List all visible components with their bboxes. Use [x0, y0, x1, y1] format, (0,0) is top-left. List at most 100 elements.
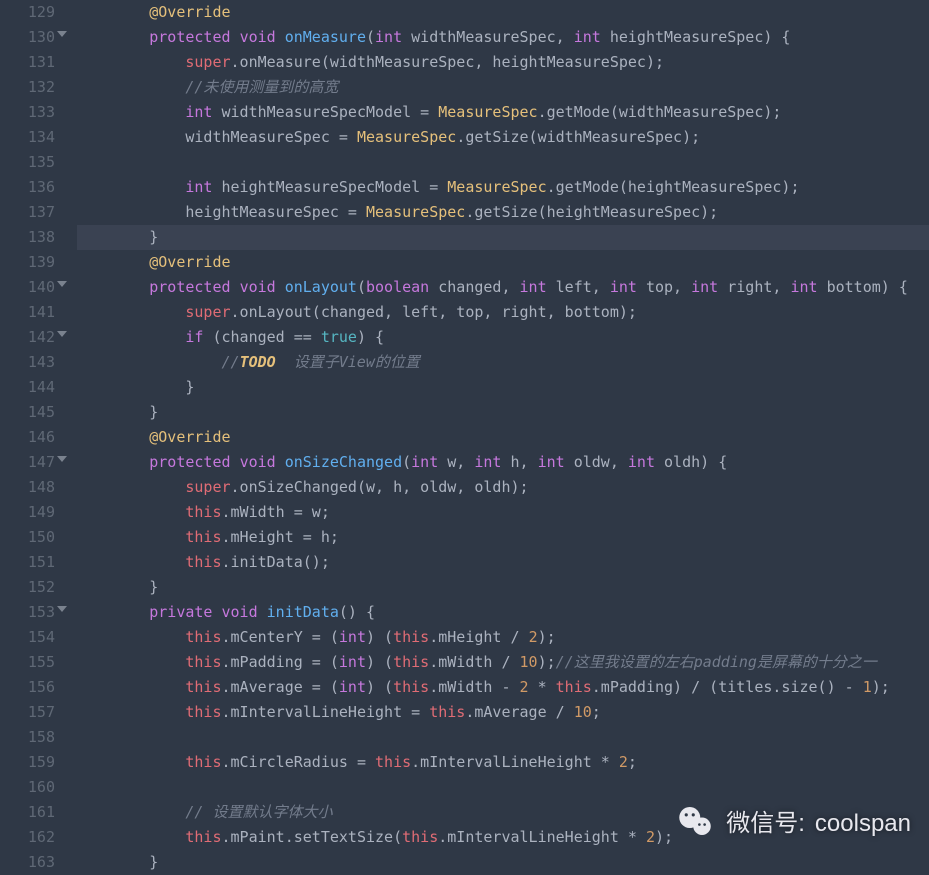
code-line[interactable]: this.mPadding = (int) (this.mWidth / 10)…	[77, 650, 929, 675]
code-line[interactable]: this.mCircleRadius = this.mIntervalLineH…	[77, 750, 929, 775]
token-kw: private	[149, 603, 212, 621]
code-line[interactable]	[77, 150, 929, 175]
code-line[interactable]: heightMeasureSpec = MeasureSpec.getSize(…	[77, 200, 929, 225]
line-number[interactable]: 136	[0, 175, 55, 200]
code-line[interactable]: @Override	[77, 250, 929, 275]
code-line[interactable]	[77, 775, 929, 800]
line-number[interactable]: 130	[0, 25, 55, 50]
token-pn: );	[655, 828, 673, 846]
token-kw: void	[240, 28, 276, 46]
line-number[interactable]: 153	[0, 600, 55, 625]
line-number[interactable]: 137	[0, 200, 55, 225]
line-number[interactable]: 132	[0, 75, 55, 100]
line-number[interactable]: 148	[0, 475, 55, 500]
token-pn	[276, 278, 285, 296]
line-number[interactable]: 142	[0, 325, 55, 350]
line-number[interactable]: 133	[0, 100, 55, 125]
token-pn	[77, 28, 149, 46]
code-line[interactable]: //TODO 设置子View的位置	[77, 350, 929, 375]
token-sup: super	[185, 53, 230, 71]
code-line[interactable]: this.mAverage = (int) (this.mWidth - 2 *…	[77, 675, 929, 700]
code-line[interactable]: super.onMeasure(widthMeasureSpec, height…	[77, 50, 929, 75]
token-pn: .getMode(widthMeasureSpec);	[538, 103, 782, 121]
line-number[interactable]: 143	[0, 350, 55, 375]
line-number[interactable]: 161	[0, 800, 55, 825]
line-number[interactable]: 146	[0, 425, 55, 450]
token-pn: widthMeasureSpec =	[77, 128, 357, 146]
line-number[interactable]: 156	[0, 675, 55, 700]
line-number[interactable]: 158	[0, 725, 55, 750]
code-line[interactable]: @Override	[77, 0, 929, 25]
line-number[interactable]: 149	[0, 500, 55, 525]
line-number[interactable]: 129	[0, 0, 55, 25]
line-number[interactable]: 157	[0, 700, 55, 725]
watermark: 微信号: coolspan	[674, 800, 911, 847]
token-pn: .mPadding = (	[222, 653, 339, 671]
token-kw: int	[339, 678, 366, 696]
token-com: // 设置默认字体大小	[185, 803, 332, 821]
fold-icon[interactable]	[57, 281, 67, 287]
code-line[interactable]: widthMeasureSpec = MeasureSpec.getSize(w…	[77, 125, 929, 150]
code-line[interactable]: @Override	[77, 425, 929, 450]
token-pn: .getSize(widthMeasureSpec);	[456, 128, 700, 146]
line-number[interactable]: 134	[0, 125, 55, 150]
code-line[interactable]: }	[77, 575, 929, 600]
code-line[interactable]: this.mHeight = h;	[77, 525, 929, 550]
fold-icon[interactable]	[57, 606, 67, 612]
line-number-gutter[interactable]: 1291301311321331341351361371381391401411…	[0, 0, 59, 875]
code-line[interactable]: this.mCenterY = (int) (this.mHeight / 2)…	[77, 625, 929, 650]
line-number[interactable]: 159	[0, 750, 55, 775]
fold-icon[interactable]	[57, 31, 67, 37]
code-line[interactable]: int widthMeasureSpecModel = MeasureSpec.…	[77, 100, 929, 125]
line-number[interactable]: 163	[0, 850, 55, 875]
token-pn: oldw,	[565, 453, 628, 471]
code-line[interactable]: this.mWidth = w;	[77, 500, 929, 525]
code-line[interactable]: protected void onSizeChanged(int w, int …	[77, 450, 929, 475]
code-line[interactable]: protected void onLayout(boolean changed,…	[77, 275, 929, 300]
token-pn: widthMeasureSpec,	[402, 28, 574, 46]
code-line[interactable]: this.initData();	[77, 550, 929, 575]
code-line[interactable]	[77, 725, 929, 750]
token-pn: .mPaint.setTextSize(	[222, 828, 403, 846]
code-line[interactable]: private void initData() {	[77, 600, 929, 625]
line-number[interactable]: 147	[0, 450, 55, 475]
line-number[interactable]: 138	[0, 225, 55, 250]
token-sup: super	[185, 478, 230, 496]
code-line[interactable]: super.onSizeChanged(w, h, oldw, oldh);	[77, 475, 929, 500]
line-number[interactable]: 131	[0, 50, 55, 75]
line-number[interactable]: 152	[0, 575, 55, 600]
line-number[interactable]: 162	[0, 825, 55, 850]
fold-icon[interactable]	[57, 456, 67, 462]
token-pn: .mIntervalLineHeight *	[438, 828, 646, 846]
fold-icon[interactable]	[57, 331, 67, 337]
line-number[interactable]: 154	[0, 625, 55, 650]
code-line[interactable]: //未使用测量到的高宽	[77, 75, 929, 100]
line-number[interactable]: 135	[0, 150, 55, 175]
token-pn: }	[77, 578, 158, 596]
code-line[interactable]: }	[77, 850, 929, 875]
token-kw: protected	[149, 28, 230, 46]
code-line[interactable]: }	[77, 375, 929, 400]
code-line[interactable]: super.onLayout(changed, left, top, right…	[77, 300, 929, 325]
line-number[interactable]: 145	[0, 400, 55, 425]
code-line[interactable]: this.mIntervalLineHeight = this.mAverage…	[77, 700, 929, 725]
code-area[interactable]: @Override protected void onMeasure(int w…	[59, 0, 929, 875]
token-pn: ) (	[366, 653, 393, 671]
line-number[interactable]: 144	[0, 375, 55, 400]
token-pn: (	[402, 453, 411, 471]
line-number[interactable]: 160	[0, 775, 55, 800]
token-num: 2	[529, 628, 538, 646]
line-number[interactable]: 150	[0, 525, 55, 550]
line-number[interactable]: 139	[0, 250, 55, 275]
code-line[interactable]: protected void onMeasure(int widthMeasur…	[77, 25, 929, 50]
code-line[interactable]: }	[77, 225, 929, 250]
line-number[interactable]: 140	[0, 275, 55, 300]
token-kw: boolean	[366, 278, 429, 296]
line-number[interactable]: 151	[0, 550, 55, 575]
token-pn: }	[77, 378, 194, 396]
line-number[interactable]: 141	[0, 300, 55, 325]
code-line[interactable]: if (changed == true) {	[77, 325, 929, 350]
code-line[interactable]: }	[77, 400, 929, 425]
code-line[interactable]: int heightMeasureSpecModel = MeasureSpec…	[77, 175, 929, 200]
line-number[interactable]: 155	[0, 650, 55, 675]
